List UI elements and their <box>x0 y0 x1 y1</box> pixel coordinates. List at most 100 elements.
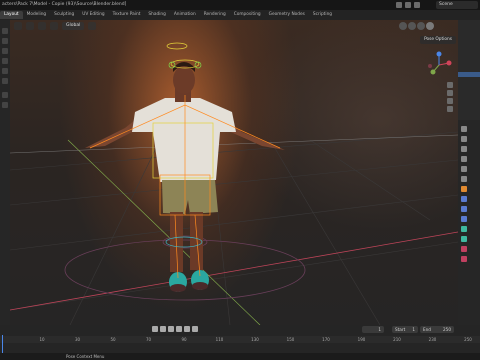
select-menu-button[interactable] <box>50 22 58 30</box>
title-bar: acters\Pack 7\Model - Copie (93)\Source\… <box>0 0 480 10</box>
frame-tick-label: 90 <box>181 337 187 342</box>
solid-shading-icon[interactable] <box>408 22 416 30</box>
outliner-panel[interactable] <box>458 20 480 120</box>
material-shading-icon[interactable] <box>417 22 425 30</box>
select-tool-icon[interactable] <box>2 28 8 34</box>
shading-buttons <box>399 22 434 30</box>
modifier-props-icon[interactable] <box>461 196 467 202</box>
tab-texture-paint[interactable]: Texture Paint <box>109 11 145 19</box>
top-right-icons <box>396 1 420 9</box>
timeline-panel[interactable]: 1 Start 1 End 250 10 30 50 70 90 110 130 150 170… <box>0 325 480 360</box>
texture-props-icon[interactable] <box>461 256 467 262</box>
orientation-dropdown[interactable]: Global <box>62 22 85 30</box>
play-icon[interactable] <box>176 326 182 332</box>
move-tool-icon[interactable] <box>2 48 8 54</box>
zoom-icon[interactable] <box>447 82 453 88</box>
workspace-tabs: Layout Modeling Sculpting UV Editing Tex… <box>0 10 480 20</box>
scene-props-icon[interactable] <box>461 166 467 172</box>
start-value: 1 <box>412 327 415 332</box>
tab-uv-editing[interactable]: UV Editing <box>78 11 108 19</box>
viewport-nav-buttons <box>447 82 453 112</box>
viewport-scene <box>10 42 458 325</box>
rendered-shading-icon[interactable] <box>426 22 434 30</box>
tool-props-icon[interactable] <box>461 126 467 132</box>
end-value: 250 <box>443 327 451 332</box>
start-frame-field[interactable]: Start 1 <box>392 326 418 333</box>
current-frame-field[interactable]: 1 <box>362 326 384 333</box>
workspace-icon[interactable] <box>396 2 402 8</box>
tab-geometry-nodes[interactable]: Geometry Nodes <box>265 11 309 19</box>
end-frame-field[interactable]: End 250 <box>420 326 454 333</box>
data-props-icon[interactable] <box>461 236 467 242</box>
tab-shading[interactable]: Shading <box>144 11 169 19</box>
editor-type-button[interactable] <box>14 22 22 30</box>
output-props-icon[interactable] <box>461 146 467 152</box>
particles-props-icon[interactable] <box>461 206 467 212</box>
frame-ruler[interactable]: 10 30 50 70 90 110 130 150 170 190 210 230 250 <box>0 336 480 343</box>
scene-label: Scene <box>439 2 453 7</box>
navigation-gizmo-icon[interactable] <box>424 50 454 80</box>
wireframe-shading-icon[interactable] <box>399 22 407 30</box>
object-props-icon[interactable] <box>461 186 467 192</box>
jump-start-icon[interactable] <box>152 326 158 332</box>
horizon-line <box>10 134 458 154</box>
next-keyframe-icon[interactable] <box>184 326 190 332</box>
window-title: acters\Pack 7\Model - Copie (93)\Source\… <box>2 2 127 7</box>
floor-grid <box>10 131 458 325</box>
measure-tool-icon[interactable] <box>2 102 8 108</box>
cursor-tool-icon[interactable] <box>2 38 8 44</box>
frame-tick-label: 210 <box>393 337 401 342</box>
scene-selector[interactable]: Scene <box>436 1 478 9</box>
tab-sculpting[interactable]: Sculpting <box>50 11 78 19</box>
physics-props-icon[interactable] <box>461 216 467 222</box>
transform-tool-icon[interactable] <box>2 78 8 84</box>
pin-icon[interactable] <box>405 2 411 8</box>
pan-icon[interactable] <box>447 90 453 96</box>
view-menu-button[interactable] <box>38 22 46 30</box>
prev-keyframe-icon[interactable] <box>160 326 166 332</box>
frame-tick-label: 110 <box>215 337 224 342</box>
view-layer-props-icon[interactable] <box>461 156 467 162</box>
status-bar: Pose Context Menu <box>0 353 480 360</box>
end-label: End <box>423 327 431 332</box>
tab-animation[interactable]: Animation <box>170 11 200 19</box>
world-props-icon[interactable] <box>461 176 467 182</box>
tab-modeling[interactable]: Modeling <box>23 11 51 19</box>
perspective-toggle-icon[interactable] <box>447 106 453 112</box>
frame-tick-label: 70 <box>145 337 152 342</box>
start-label: Start <box>395 327 406 332</box>
material-props-icon[interactable] <box>461 246 467 252</box>
frame-tick-label: 10 <box>39 337 45 342</box>
tab-rendering[interactable]: Rendering <box>200 11 230 19</box>
render-props-icon[interactable] <box>461 136 467 142</box>
frame-tick-label: 170 <box>322 337 330 342</box>
rotate-tool-icon[interactable] <box>2 58 8 64</box>
jump-end-icon[interactable] <box>192 326 198 332</box>
toolbar <box>0 20 10 325</box>
play-reverse-icon[interactable] <box>168 326 174 332</box>
playback-controls-icons <box>152 326 198 332</box>
layers-icon[interactable] <box>414 2 420 8</box>
frame-tick-label: 130 <box>251 337 259 342</box>
annotate-tool-icon[interactable] <box>2 92 8 98</box>
properties-panel[interactable] <box>458 120 480 325</box>
viewport-header: Global <box>10 20 458 32</box>
outliner-selected-row[interactable] <box>458 72 480 77</box>
constraints-props-icon[interactable] <box>461 226 467 232</box>
floor-circles <box>64 235 306 301</box>
camera-view-icon[interactable] <box>447 98 453 104</box>
tab-scripting[interactable]: Scripting <box>309 11 336 19</box>
tab-compositing[interactable]: Compositing <box>230 11 265 19</box>
3d-viewport[interactable]: Global Pose Options <box>10 20 458 325</box>
frame-tick-label: 190 <box>357 337 366 342</box>
pose-options-dropdown[interactable]: Pose Options <box>420 36 456 44</box>
scale-tool-icon[interactable] <box>2 68 8 74</box>
status-context-menu: Pose Context Menu <box>66 354 105 359</box>
mode-button[interactable] <box>26 22 34 30</box>
x-axis-line <box>10 231 458 311</box>
snap-button[interactable] <box>88 22 97 30</box>
frame-tick-label: 150 <box>286 337 295 342</box>
tab-layout[interactable]: Layout <box>0 11 23 19</box>
frame-tick-label: 50 <box>110 337 116 342</box>
frame-tick-label: 230 <box>428 337 437 342</box>
